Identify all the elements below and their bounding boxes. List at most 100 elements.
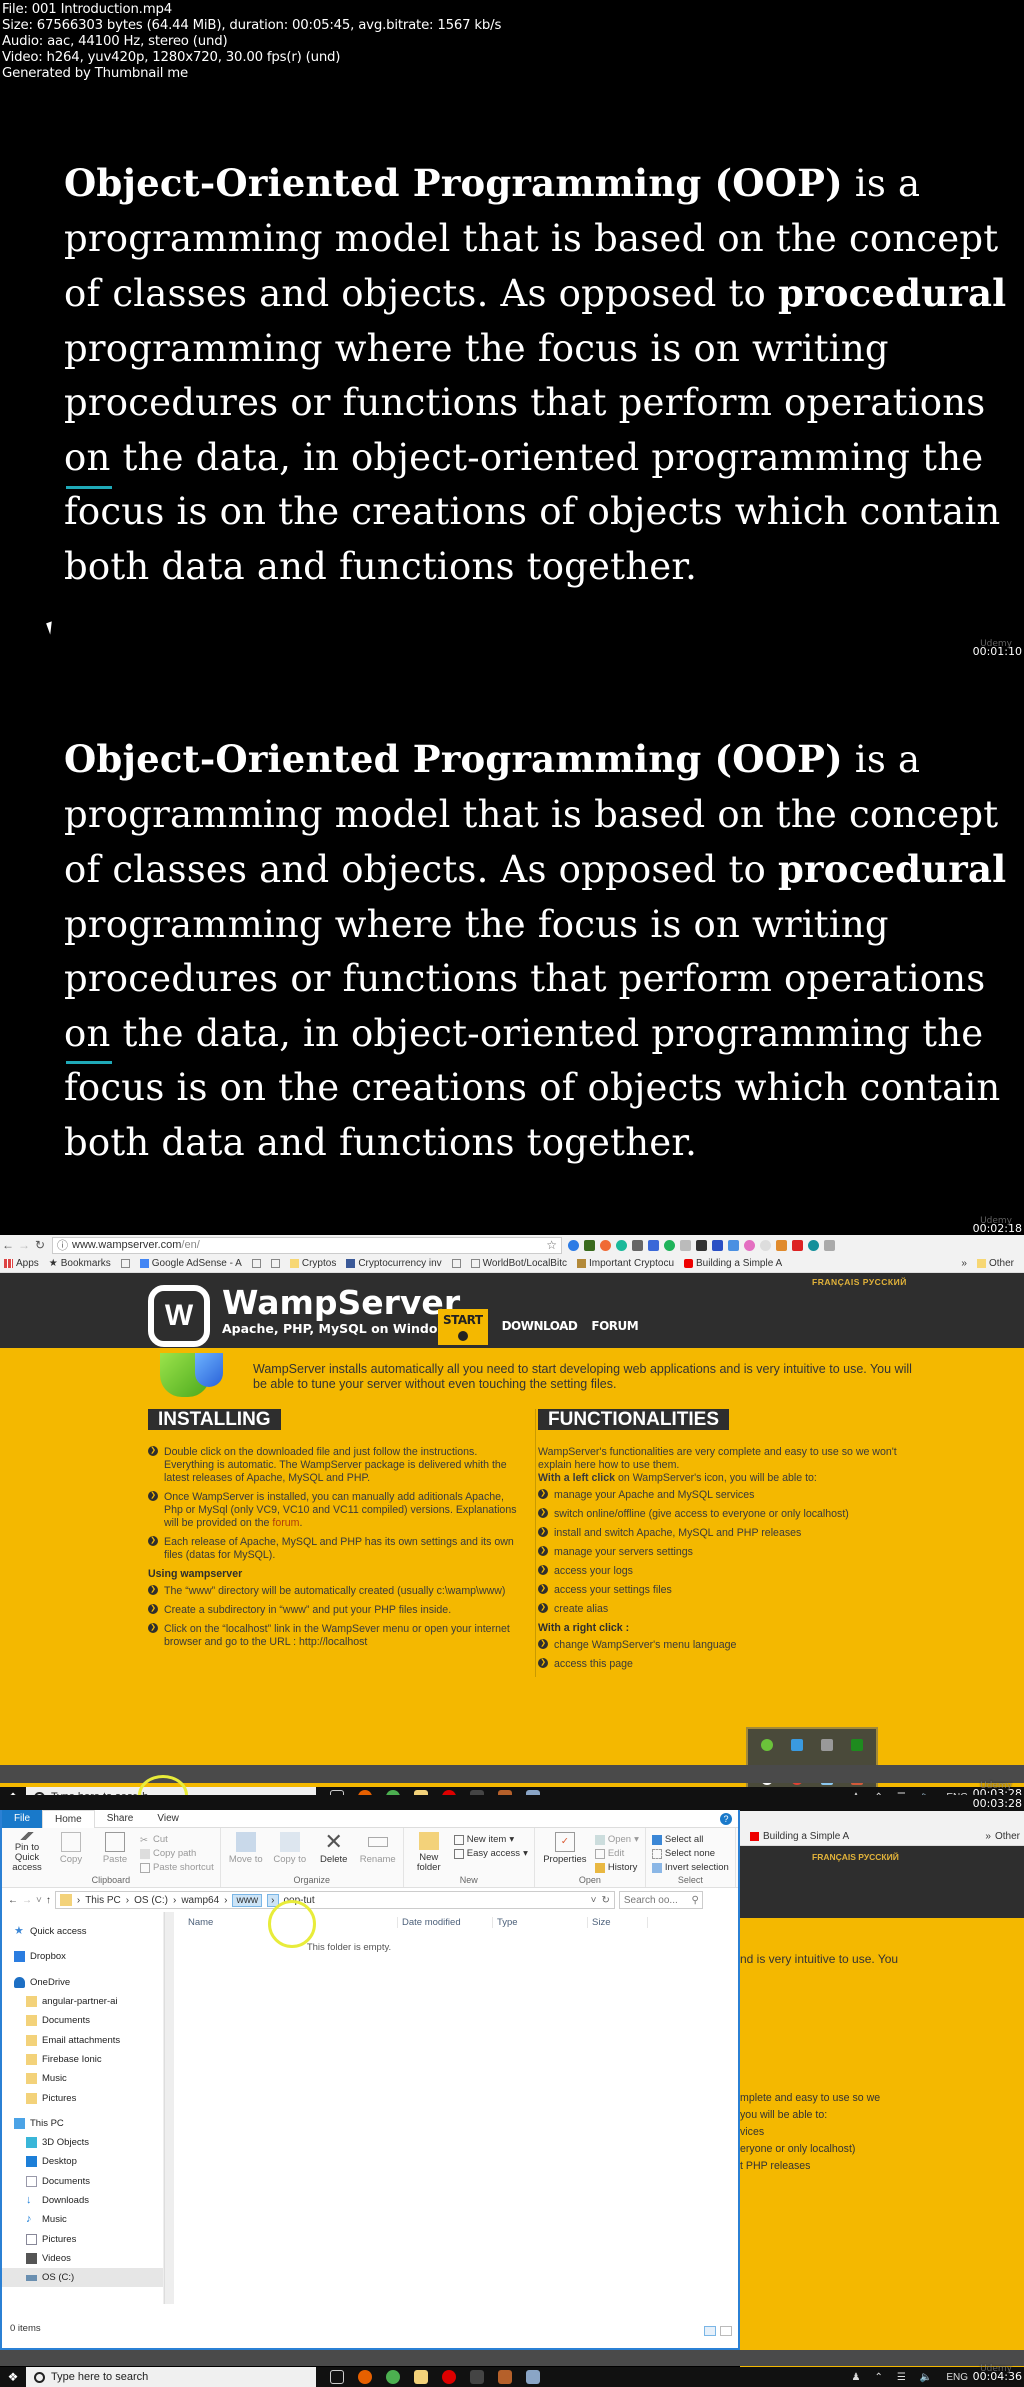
breadcrumb-os-c[interactable]: OS (C:): [134, 1895, 168, 1906]
extension-icon[interactable]: [824, 1239, 835, 1251]
details-view-icon[interactable]: [704, 2326, 716, 2336]
bookmark-cryptos[interactable]: Cryptos: [289, 1258, 336, 1269]
breadcrumb-wamp64[interactable]: wamp64: [181, 1895, 219, 1906]
bookmark-apps[interactable]: Apps: [4, 1258, 39, 1269]
column-size[interactable]: Size: [588, 1916, 648, 1928]
extension-icon[interactable]: [792, 1239, 803, 1251]
bookmark-bookmarks[interactable]: ★ Bookmarks: [49, 1258, 111, 1269]
path-dropdown-icon[interactable]: ˅: [591, 1895, 597, 1906]
chevron-up-icon[interactable]: ⌃: [875, 2372, 883, 2383]
nav-folder[interactable]: Pictures: [2, 2088, 163, 2107]
file-explorer-icon[interactable]: [414, 2370, 428, 2384]
large-icons-view-icon[interactable]: [720, 2326, 732, 2336]
copy-to-button[interactable]: Copy to: [271, 1832, 309, 1873]
opera-icon[interactable]: [442, 2370, 456, 2384]
tab-home[interactable]: Home: [42, 1809, 95, 1828]
select-none-button[interactable]: Select none: [651, 1848, 729, 1859]
nav-forum[interactable]: FORUM: [591, 1319, 638, 1345]
other-bookmarks[interactable]: Other: [976, 1258, 1014, 1269]
nav-pc-item[interactable]: Documents: [2, 2172, 163, 2191]
nav-pc-item[interactable]: OS (C:): [2, 2268, 163, 2288]
forward-icon[interactable]: →: [22, 1895, 32, 1906]
nav-pc-item[interactable]: ↓ Downloads: [2, 2191, 163, 2210]
invert-selection-button[interactable]: Invert selection: [651, 1862, 729, 1873]
nav-download[interactable]: DOWNLOAD: [502, 1319, 578, 1345]
people-icon[interactable]: ♟: [852, 2372, 861, 2383]
task-view-icon[interactable]: [330, 2370, 344, 2384]
delete-button[interactable]: ✕ Delete: [315, 1831, 353, 1873]
tray-icon[interactable]: [791, 1739, 803, 1751]
move-to-button[interactable]: Move to: [227, 1832, 265, 1873]
bookmark-label[interactable]: Building a Simple A: [763, 1831, 849, 1842]
nav-pc-item[interactable]: Desktop: [2, 2152, 163, 2171]
nav-pc-item[interactable]: ♪ Music: [2, 2210, 163, 2229]
nav-onedrive[interactable]: OneDrive: [2, 1973, 163, 1992]
bookmark-star-icon[interactable]: ☆: [546, 1238, 557, 1252]
column-type[interactable]: Type: [493, 1916, 588, 1928]
overflow-chevron-icon[interactable]: »: [985, 1831, 991, 1842]
explorer-search-input[interactable]: Search oo... ⚲: [618, 1891, 703, 1909]
breadcrumb-this-pc[interactable]: This PC: [85, 1895, 121, 1906]
tray-icon[interactable]: [821, 1739, 833, 1751]
copy-path-button[interactable]: Copy path: [140, 1848, 214, 1859]
nav-folder[interactable]: Documents: [2, 2011, 163, 2030]
back-icon[interactable]: ←: [0, 1238, 16, 1252]
select-all-button[interactable]: Select all: [651, 1834, 729, 1845]
forum-link[interactable]: forum: [272, 1517, 299, 1529]
new-item-button[interactable]: New item ▾: [453, 1834, 528, 1845]
app-icon[interactable]: [526, 2370, 540, 2384]
taskbar-search[interactable]: Type here to search: [26, 2367, 316, 2387]
bookmark-page[interactable]: [120, 1259, 130, 1268]
breadcrumb-www[interactable]: www: [232, 1893, 263, 1907]
bookmark-facebook[interactable]: Cryptocurrency inv: [346, 1258, 442, 1269]
other-bookmarks[interactable]: Other: [995, 1831, 1020, 1842]
help-icon[interactable]: ?: [720, 1812, 732, 1825]
bookmark-youtube[interactable]: Building a Simple A: [684, 1258, 782, 1269]
extension-icon[interactable]: [712, 1239, 723, 1251]
extension-icon[interactable]: [616, 1239, 627, 1251]
nav-pc-item[interactable]: 3D Objects: [2, 2133, 163, 2152]
extension-icon[interactable]: [728, 1239, 739, 1251]
bookmark-page[interactable]: [251, 1259, 261, 1268]
nav-dropbox[interactable]: Dropbox: [2, 1947, 163, 1966]
windows-start-icon[interactable]: ❖: [0, 2370, 26, 2384]
open-button[interactable]: Open ▾: [594, 1834, 639, 1845]
nav-folder[interactable]: Music: [2, 2069, 163, 2088]
column-date-modified[interactable]: Date modified: [398, 1916, 493, 1928]
tab-share[interactable]: Share: [95, 1813, 146, 1824]
language-links[interactable]: FRANÇAIS РУССКИЙ: [812, 1852, 899, 1862]
cut-button[interactable]: ✂ Cut: [140, 1834, 214, 1846]
new-folder-button[interactable]: New folder: [410, 1832, 448, 1873]
extension-icon[interactable]: [664, 1239, 675, 1251]
extension-icon[interactable]: [760, 1239, 771, 1251]
nav-folder[interactable]: Email attachments: [2, 2030, 163, 2049]
tab-view[interactable]: View: [145, 1813, 191, 1824]
path-breadcrumb[interactable]: › This PC › OS (C:) › wamp64 › www › oop…: [54, 1891, 615, 1909]
language-links[interactable]: FRANÇAIS РУССКИЙ: [812, 1277, 907, 1287]
extension-icon[interactable]: [632, 1239, 643, 1251]
tab-file[interactable]: File: [2, 1809, 42, 1828]
nav-quick-access[interactable]: ★ Quick access: [2, 1922, 163, 1941]
rename-button[interactable]: Rename: [359, 1832, 397, 1873]
bookmark-page[interactable]: [451, 1259, 461, 1268]
reload-icon[interactable]: ↻: [32, 1238, 48, 1252]
chrome-icon[interactable]: [386, 2370, 400, 2384]
up-icon[interactable]: ↑: [46, 1895, 51, 1906]
easy-access-button[interactable]: Easy access ▾: [453, 1848, 528, 1859]
paste-button[interactable]: Paste: [96, 1832, 134, 1873]
extension-icon[interactable]: [584, 1239, 595, 1251]
properties-button[interactable]: ✓ Properties: [541, 1832, 589, 1873]
firefox-icon[interactable]: [358, 2370, 372, 2384]
wamp-logo-icon[interactable]: W: [148, 1285, 210, 1347]
bookmarks-overflow[interactable]: »: [961, 1258, 967, 1269]
extension-icon[interactable]: [568, 1239, 579, 1251]
nav-pc-item[interactable]: Videos: [2, 2249, 163, 2268]
terminal-icon[interactable]: [470, 2370, 484, 2384]
lang-indicator[interactable]: ENG: [946, 2372, 968, 2383]
extension-icon[interactable]: [744, 1239, 755, 1251]
extension-icon[interactable]: [776, 1239, 787, 1251]
bookmark-worldbot[interactable]: WorldBot/LocalBitc: [470, 1258, 567, 1269]
paste-shortcut-button[interactable]: Paste shortcut: [140, 1862, 214, 1873]
pin-quick-access-button[interactable]: Pin to Quick access: [8, 1832, 46, 1873]
edit-button[interactable]: Edit: [594, 1848, 639, 1859]
